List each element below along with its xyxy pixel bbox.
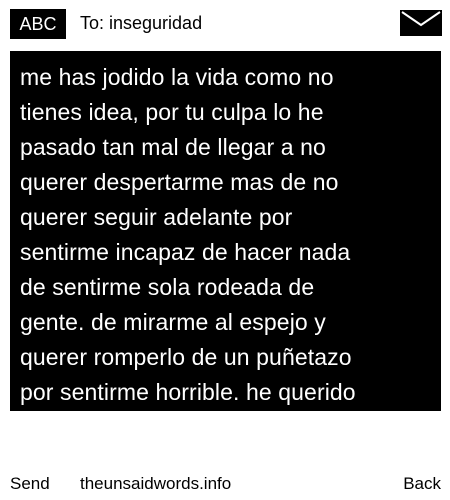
message-body[interactable]: me has jodido la vida como no tienes ide…: [10, 51, 441, 411]
input-mode-badge[interactable]: ABC: [10, 9, 66, 39]
site-link[interactable]: theunsaidwords.info: [80, 470, 231, 498]
back-button[interactable]: Back: [403, 470, 441, 498]
message-text: me has jodido la vida como no tienes ide…: [20, 64, 356, 405]
footer-bar: Send theunsaidwords.info Back: [0, 470, 450, 500]
envelope-icon[interactable]: [400, 10, 442, 36]
envelope-icon-graphic: [400, 10, 442, 36]
header-bar: ABC To: inseguridad: [0, 0, 450, 44]
send-button[interactable]: Send: [10, 470, 50, 498]
recipient-label: To: inseguridad: [80, 13, 203, 33]
